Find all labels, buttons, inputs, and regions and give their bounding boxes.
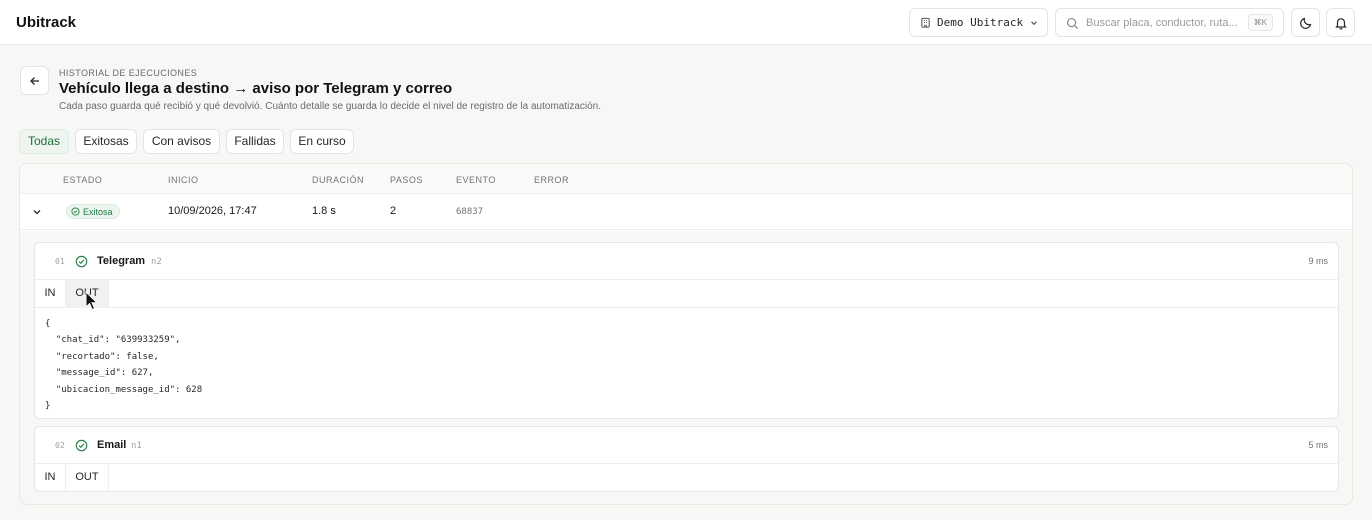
json-line: "chat_id": "639933259",: [45, 335, 181, 346]
chevron-down-icon: [1031, 21, 1037, 26]
back-button[interactable]: [20, 66, 49, 95]
json-line: "message_id": 627,: [45, 368, 154, 379]
step-card-email: 02 Email n1 5 ms IN OUT: [34, 426, 1339, 492]
filter-con-avisos[interactable]: Con avisos: [143, 129, 220, 154]
tab-in[interactable]: IN: [35, 280, 66, 307]
chevron-down-icon[interactable]: [32, 207, 42, 217]
page-eyebrow: HISTORIAL DE EJECUCIONES: [59, 68, 198, 78]
column-estado: ESTADO: [63, 175, 103, 185]
tab-in[interactable]: IN: [35, 464, 66, 491]
notifications-button[interactable]: [1326, 8, 1355, 37]
tab-out[interactable]: OUT: [66, 464, 109, 491]
check-circle-icon: [75, 439, 88, 452]
filter-exitosas[interactable]: Exitosas: [75, 129, 137, 154]
step-header: 01 Telegram n2 9 ms: [35, 243, 1338, 280]
arrow-left-icon: [29, 76, 39, 85]
step-index: 01: [55, 257, 65, 266]
step-output-json: { "chat_id": "639933259", "recortado": f…: [35, 307, 1338, 418]
json-line: "recortado": false,: [45, 351, 159, 362]
step-card-telegram: 01 Telegram n2 9 ms IN OUT { "chat_id": …: [34, 242, 1339, 419]
json-line: {: [45, 319, 51, 329]
column-error: ERROR: [534, 175, 570, 185]
column-inicio: INICIO: [168, 175, 199, 185]
step-node-id: n1: [131, 441, 142, 451]
column-evento: EVENTO: [456, 175, 496, 185]
top-bar: Ubitrack Demo Ubitrack Buscar placa, con…: [0, 0, 1372, 45]
step-io-tabs: IN OUT: [35, 280, 1338, 307]
step-header: 02 Email n1 5 ms: [35, 427, 1338, 464]
status-badge: Exitosa: [66, 204, 120, 219]
column-duracion: DURACIÓN: [312, 175, 365, 185]
cell-pasos: 2: [390, 205, 397, 217]
table-header: ESTADO INICIO DURACIÓN PASOS EVENTO ERRO…: [20, 164, 1352, 194]
filter-en-curso[interactable]: En curso: [290, 129, 354, 154]
status-label: Exitosa: [83, 206, 113, 217]
step-io-tabs: IN OUT: [35, 464, 1338, 491]
execution-steps: 01 Telegram n2 9 ms IN OUT { "chat_id": …: [20, 231, 1352, 504]
page-subtitle: Cada paso guarda qué recibió y qué devol…: [59, 101, 602, 112]
cell-duracion: 1.8 s: [312, 205, 336, 217]
executions-table: ESTADO INICIO DURACIÓN PASOS EVENTO ERRO…: [19, 163, 1353, 505]
cell-inicio: 10/09/2026, 17:47: [168, 205, 257, 217]
bell-icon: [1334, 17, 1347, 30]
step-index: 02: [55, 441, 65, 450]
search-input[interactable]: Buscar placa, conductor, ruta... ⌘K: [1055, 8, 1284, 37]
json-line: }: [45, 401, 51, 412]
table-row[interactable]: Exitosa 10/09/2026, 17:47 1.8 s 2 68837: [20, 194, 1352, 230]
step-name: Telegram: [97, 255, 146, 267]
page-title: Vehículo llega a destino → aviso por Tel…: [59, 80, 453, 97]
step-duration: 5 ms: [1308, 440, 1328, 450]
filter-todas[interactable]: Todas: [19, 129, 69, 154]
org-name: Demo Ubitrack: [937, 16, 1024, 29]
check-circle-icon: [71, 207, 80, 216]
search-icon: [1066, 17, 1079, 30]
step-name: Email: [97, 439, 127, 451]
check-circle-icon: [75, 255, 88, 268]
org-selector[interactable]: Demo Ubitrack: [909, 8, 1048, 37]
json-line: "ubicacion_message_id": 628: [45, 384, 203, 395]
theme-toggle-button[interactable]: [1291, 8, 1320, 37]
app-brand[interactable]: Ubitrack: [16, 14, 76, 31]
mouse-cursor-icon: [85, 291, 99, 311]
search-placeholder: Buscar placa, conductor, ruta...: [1086, 17, 1238, 29]
step-node-id: n2: [151, 257, 162, 267]
column-pasos: PASOS: [390, 175, 423, 185]
cell-evento: 68837: [456, 207, 484, 217]
filter-fallidas[interactable]: Fallidas: [226, 129, 284, 154]
step-duration: 9 ms: [1308, 256, 1328, 266]
search-shortcut-hint: ⌘K: [1247, 14, 1273, 31]
moon-icon: [1299, 17, 1311, 29]
building-icon: [921, 17, 930, 28]
